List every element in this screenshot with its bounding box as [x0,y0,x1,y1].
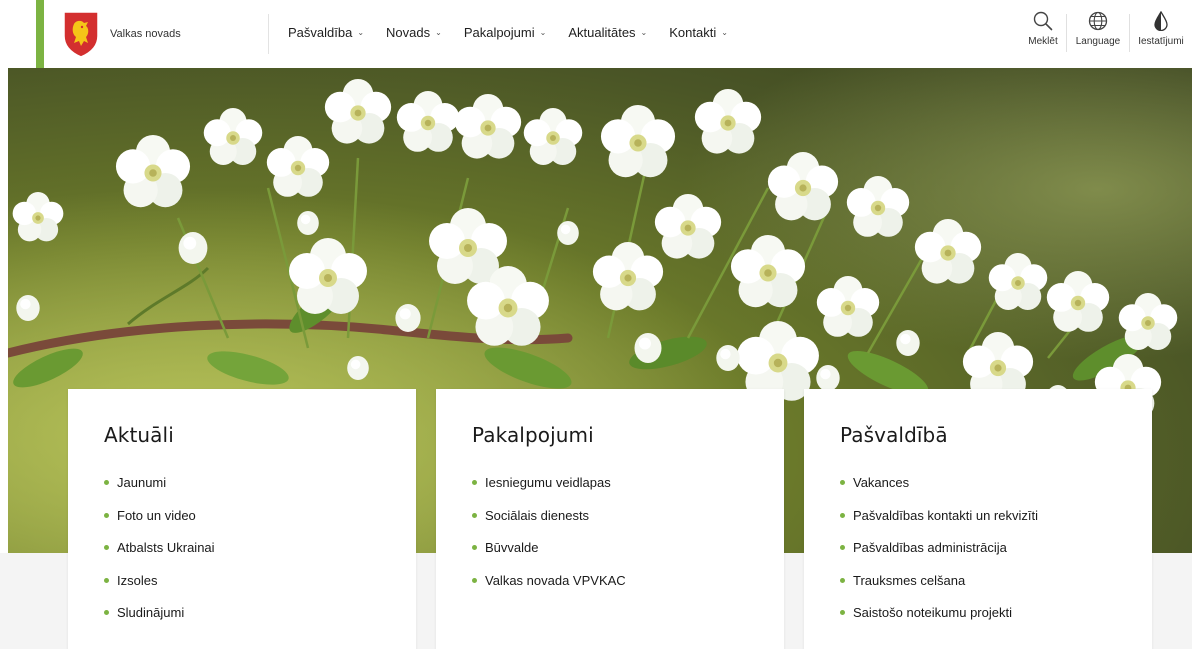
bullet-dot-icon [840,480,845,485]
search-icon [1032,10,1054,32]
nav-item-novads[interactable]: Novads ⌄ [386,25,442,40]
card-link[interactable]: Valkas novada VPVKAC [472,573,748,606]
card-aktuali: Aktuāli Jaunumi Foto un video Atbalsts U… [68,389,416,649]
card-link-label: Izsoles [117,572,158,588]
bullet-dot-icon [472,480,477,485]
nav-item-label: Novads [386,25,431,40]
bullet-dot-icon [104,512,109,518]
settings-button[interactable]: Iestatījumi [1130,8,1192,60]
card-link-label: Trauksmes celšana [853,572,966,588]
bullet-dot-icon [104,610,109,615]
card-link[interactable]: Pašvaldības kontakti un rekvizīti [840,508,1116,541]
chevron-down-icon: ⌄ [721,28,728,37]
contrast-drop-icon [1150,10,1172,32]
chevron-down-icon: ⌄ [435,28,442,37]
site-name[interactable]: Valkas novads [110,28,181,40]
nav-item-label: Kontakti [669,25,717,40]
card-link[interactable]: Būvvalde [472,540,748,573]
card-link-label: Foto un video [117,507,196,523]
nav-item-label: Pašvaldība [288,25,353,40]
card-link[interactable]: Iesniegumu veidlapas [472,475,748,508]
bullet-dot-icon [104,545,109,550]
card-title: Pašvaldībā [840,423,948,447]
card-link-label: Sociālais dienests [485,507,590,523]
card-link-label: Būvvalde [485,540,539,555]
card-link-label: Sludinājumi [117,605,185,620]
card-link[interactable]: Saistošo noteikumu projekti [840,605,1116,638]
chevron-down-icon: ⌄ [357,28,365,37]
chevron-down-icon: ⌄ [539,28,547,37]
bullet-dot-icon [840,512,845,518]
bullet-dot-icon [840,577,845,583]
language-label: Language [1075,36,1121,47]
card-link-label: Valkas novada VPVKAC [485,572,626,588]
bullet-dot-icon [472,512,477,518]
search-button[interactable]: Meklēt [1020,8,1066,60]
card-link[interactable]: Sociālais dienests [472,508,748,541]
card-pasvaldiba: Pašvaldībā Vakances Pašvaldības kontakti… [804,389,1152,649]
card-link[interactable]: Sludinājumi [104,605,380,638]
card-title: Pakalpojumi [472,423,594,447]
bullet-dot-icon [472,545,477,550]
card-link[interactable]: Pašvaldības administrācija [840,540,1116,573]
nav-item-label: Pakalpojumi [463,25,535,40]
nav-item-pasvaldiba[interactable]: Pašvaldība ⌄ [288,25,364,40]
card-link-label: Atbalsts Ukrainai [117,540,215,555]
header-tools: Meklēt Language Iestatījumi [1020,8,1192,60]
card-link-list: Vakances Pašvaldības kontakti un rekvizī… [840,475,1116,638]
card-link-list: Jaunumi Foto un video Atbalsts Ukrainai … [104,475,380,638]
card-link-label: Pašvaldības kontakti un rekvizīti [853,507,1038,523]
card-link-label: Pašvaldības administrācija [853,540,1007,555]
chevron-down-icon: ⌄ [640,28,648,37]
language-button[interactable]: Language [1067,8,1129,60]
accent-bar [36,0,44,68]
card-link[interactable]: Vakances [840,475,1116,508]
card-link-list: Iesniegumu veidlapas Sociālais dienests … [472,475,748,605]
bullet-dot-icon [840,610,845,615]
card-title: Aktuāli [104,423,174,447]
nav-item-aktualitates[interactable]: Aktualitātes ⌄ [568,25,647,40]
coat-of-arms-logo[interactable] [62,10,100,58]
bullet-dot-icon [472,577,477,583]
card-link-label: Saistošo noteikumu projekti [853,605,1012,620]
bullet-dot-icon [104,577,109,583]
card-link[interactable]: Trauksmes celšana [840,573,1116,606]
card-link[interactable]: Foto un video [104,508,380,541]
site-header: Valkas novads Pašvaldība ⌄ Novads ⌄ Paka… [0,0,1192,68]
search-label: Meklēt [1028,36,1058,47]
card-link-label: Jaunumi [117,475,167,490]
bullet-dot-icon [840,545,845,550]
nav-item-kontakti[interactable]: Kontakti ⌄ [669,25,728,40]
card-link-label: Iesniegumu veidlapas [485,475,611,490]
card-link[interactable]: Jaunumi [104,475,380,508]
main-nav: Pašvaldība ⌄ Novads ⌄ Pakalpojumi ⌄ Aktu… [288,25,750,40]
settings-label: Iestatījumi [1138,36,1184,47]
card-pakalpojumi: Pakalpojumi Iesniegumu veidlapas Sociāla… [436,389,784,649]
card-link[interactable]: Atbalsts Ukrainai [104,540,380,573]
header-divider [268,14,269,54]
globe-icon [1087,10,1109,32]
card-link-label: Vakances [853,475,910,490]
nav-item-pakalpojumi[interactable]: Pakalpojumi ⌄ [464,25,547,40]
card-link[interactable]: Izsoles [104,573,380,606]
nav-item-label: Aktualitātes [568,25,636,40]
bullet-dot-icon [104,480,109,485]
